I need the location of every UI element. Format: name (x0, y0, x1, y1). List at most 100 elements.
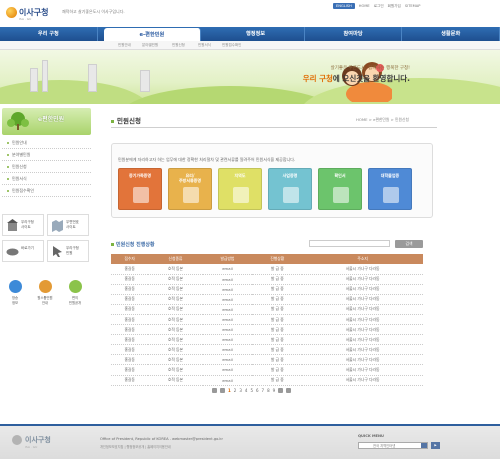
subnav-item[interactable]: 민원서식 (198, 43, 211, 48)
service-button[interactable]: 지역도 (218, 168, 262, 210)
prev-page-button[interactable] (220, 388, 225, 393)
page-number[interactable]: 8 (267, 388, 270, 393)
table-row[interactable]: 홍길동 호적 등본 email 발 급 중 서울시 가나구 다라동 (111, 264, 423, 275)
table-cell: 발 급 중 (252, 314, 303, 326)
table-cell: email (202, 354, 253, 366)
column-header: 진행상황 (252, 254, 303, 264)
service-button[interactable]: 사업증명 (268, 168, 312, 210)
search-button[interactable]: 검색 (395, 240, 423, 248)
disclosure-link[interactable]: 편의 민원공개 (66, 280, 84, 305)
page-number[interactable]: 7 (262, 388, 265, 393)
table-cell: 서울시 가나구 다라동 (302, 334, 423, 346)
quick-menu-label: QUICK MENU (358, 434, 384, 438)
table-row[interactable]: 홍길동 호적 등본 email 발 급 중 서울시 가나구 다라동 (111, 334, 423, 346)
subnav-item[interactable]: 민원접수확인 (222, 43, 241, 48)
table-row[interactable]: 홍길동 호적 등본 email 발 급 중 서울시 가나구 다라동 (111, 304, 423, 315)
english-link[interactable]: ENGLISH (333, 3, 355, 9)
table-cell: 발 급 중 (252, 274, 303, 285)
service-label: 사업증명 (282, 173, 298, 178)
page-number[interactable]: 6 (256, 388, 259, 393)
nav-item-admin[interactable]: 행정정보 (207, 27, 305, 41)
page-number[interactable]: 5 (250, 388, 253, 393)
next-page-button[interactable] (278, 388, 284, 393)
left-menu-item[interactable]: 민원접수확인 (2, 185, 91, 197)
table-row[interactable]: 홍길동 호적 등본 email 발 급 중 서울시 가나구 다라동 (111, 294, 423, 305)
table-cell: 발 급 중 (252, 294, 303, 305)
tree-icon (7, 112, 29, 130)
table-cell: email (202, 324, 253, 336)
onestop-label: 원스톱민원 안내 (37, 296, 53, 305)
table-cell: email (202, 314, 253, 326)
left-menu-item[interactable]: 분야별민원 (2, 149, 91, 161)
onestop-link[interactable]: 원스톱민원 안내 (36, 280, 54, 305)
table-cell: 홍길동 (111, 304, 149, 315)
table-row[interactable]: 홍길동 호적 등본 email 발 급 중 서울시 가나구 다라동 (111, 274, 423, 285)
nav-item-participation[interactable]: 참여마당 (305, 27, 403, 41)
table-cell: 서울시 가나구 다라동 (302, 324, 423, 336)
join-link[interactable]: 회원가입 (388, 4, 401, 9)
page-number[interactable]: 2 (234, 388, 237, 393)
quick-link-shortcut[interactable]: 바로가기 (2, 240, 44, 262)
map-icon (52, 220, 63, 232)
table-cell: 발 급 중 (252, 264, 303, 275)
last-page-button[interactable] (286, 388, 292, 393)
table-row[interactable]: 홍길동 호적 등본 email 발 급 중 서울시 가나구 다라동 (111, 314, 423, 326)
service-button[interactable]: 확인서 (318, 168, 362, 210)
service-button[interactable]: 대학졸업증 (368, 168, 412, 210)
table-row[interactable]: 홍길동 호적 등본 email 발 급 중 서울시 가나구 다라동 (111, 364, 423, 376)
left-menu-item[interactable]: 민원서식 (2, 173, 91, 185)
site-logo[interactable]: 이사구청 ISA · GU (6, 5, 49, 21)
quick-link-civil[interactable]: 우리구청 민원 (47, 240, 89, 262)
quick-link-zipcode[interactable]: 우편번호 사이트 (47, 214, 89, 236)
logo-text: 이사구청 (19, 7, 49, 17)
login-link[interactable]: 로그인 (374, 4, 384, 9)
table-cell: email (202, 375, 253, 386)
list-search-input[interactable] (309, 240, 390, 247)
service-label: 확인서 (334, 173, 346, 178)
table-row[interactable]: 홍길동 호적 등본 email 발 급 중 서울시 가나구 다라동 (111, 354, 423, 366)
banner-welcome: 우리 구청에 오신것을 환영합니다. (303, 73, 410, 84)
subnav-item[interactable]: 민원신청 (172, 43, 185, 48)
left-menu-item[interactable]: 민원안내 (2, 137, 91, 149)
top-links: ENGLISH HOME 로그인 회원가입 SITEMAP (333, 3, 420, 9)
page-number[interactable]: 1 (228, 388, 231, 393)
quick-link-office[interactable]: 우리구청 사이트 (2, 214, 44, 236)
quick-link-label: 바로가기 (21, 246, 34, 250)
table-cell: 홍길동 (111, 334, 149, 346)
nav-item-civil[interactable]: e-편한민원 (103, 28, 202, 41)
first-page-button[interactable] (212, 388, 217, 393)
service-button[interactable]: 요리/ 주방서류증명 (168, 168, 212, 210)
table-row[interactable]: 홍길동 호적 등본 email 발 급 중 서울시 가나구 다라동 (111, 375, 423, 386)
logo-mark-icon (6, 6, 17, 18)
page-number[interactable]: 3 (239, 388, 242, 393)
sitemap-link[interactable]: SITEMAP (405, 4, 421, 8)
table-row[interactable]: 홍길동 호적 등본 email 발 급 중 서울시 가나구 다라동 (111, 324, 423, 336)
nav-item-office[interactable]: 우리 구청 (0, 27, 98, 41)
home-link[interactable]: HOME (359, 4, 370, 8)
page-number[interactable]: 9 (273, 388, 276, 393)
table-row[interactable]: 홍길동 호적 등본 email 발 급 중 서울시 가나구 다라동 (111, 344, 423, 356)
page-number[interactable]: 4 (245, 388, 248, 393)
service-button[interactable]: 증기가족증명 (118, 168, 162, 210)
footer-links[interactable]: 개인정보보호지침 | 행정정보공개 | 홈페이지이용안내 (100, 444, 171, 449)
quick-link-label: 우편번호 사이트 (66, 220, 79, 229)
table-cell: 호적 등본 (148, 344, 203, 356)
page-title: 민원신청 (111, 115, 141, 125)
subnav-item[interactable]: 분야별민원 (142, 43, 158, 48)
pencil-icon (333, 187, 349, 203)
table-cell: 호적 등본 (148, 354, 203, 366)
quick-menu-go-button[interactable]: ▶ (431, 442, 440, 449)
table-cell: 발 급 중 (252, 284, 303, 295)
left-menu-item[interactable]: 민원신청 (2, 161, 91, 173)
table-cell: 호적 등본 (148, 294, 203, 305)
table-row[interactable]: 홍길동 호적 등본 email 발 급 중 서울시 가나구 다라동 (111, 284, 423, 295)
banner-welcome-rest: 에 오신것을 환영합니다. (332, 74, 410, 83)
column-header: 신청종류 (148, 254, 203, 264)
subnav-item[interactable]: 민원안내 (118, 43, 131, 48)
broadcast-info-link[interactable]: 방송 정보 (6, 280, 24, 305)
main-banner (0, 50, 500, 104)
quick-menu-select[interactable]: 전국 지역인터넷 (358, 442, 428, 449)
nav-item-culture[interactable]: 생활문화 (402, 27, 500, 41)
service-label: 대학졸업증 (380, 173, 400, 178)
broadcast-label: 방송 정보 (11, 296, 19, 305)
